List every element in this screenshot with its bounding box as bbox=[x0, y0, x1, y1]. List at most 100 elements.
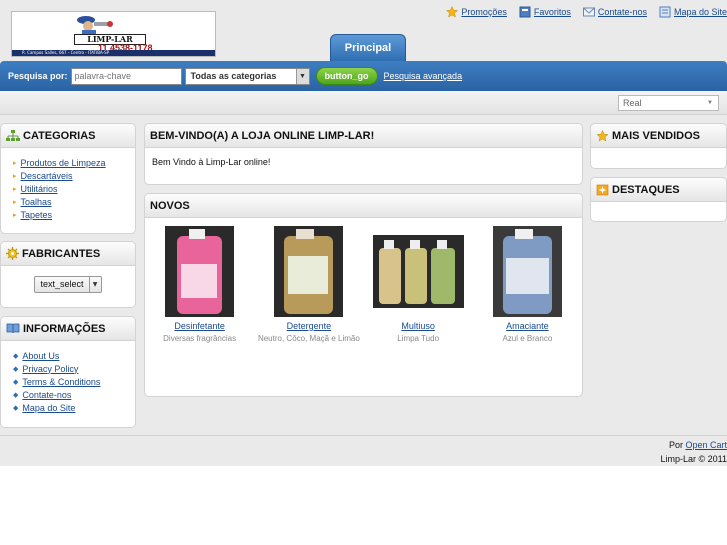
product-description: Diversas fragrâncias bbox=[163, 334, 237, 343]
bullet-arrow-icon: ▸ bbox=[13, 211, 17, 219]
information-box: INFORMAÇÕES ◆ About Us ◆ Privacy Policy ◆ T… bbox=[0, 316, 136, 428]
product-name[interactable]: Multiuso bbox=[364, 320, 473, 333]
info-link[interactable]: Mapa do Site bbox=[22, 403, 75, 413]
top-link-label[interactable]: Contate-nos bbox=[598, 7, 647, 17]
top-link-label[interactable]: Promoções bbox=[461, 7, 507, 17]
welcome-title: BEM-VINDO(A) A LOJA ONLINE LIMP-LAR! bbox=[150, 129, 375, 142]
new-products-title: NOVOS bbox=[150, 199, 190, 212]
top-link-promocoes[interactable]: Promoções bbox=[446, 6, 507, 18]
manufacturer-select-wrap: text_select ▼ bbox=[1, 276, 135, 293]
new-products-header: NOVOS bbox=[145, 194, 582, 218]
category-link[interactable]: Toalhas bbox=[21, 197, 52, 207]
bullet-arrow-icon: ▸ bbox=[13, 159, 17, 167]
product-image[interactable] bbox=[165, 226, 235, 317]
product-name[interactable]: Detergente bbox=[254, 320, 363, 333]
list-item: ◆ Mapa do Site bbox=[13, 401, 135, 414]
information-title: INFORMAÇÕES bbox=[23, 322, 106, 335]
top-links: Promoções Favoritos Contate-nos Mapa do … bbox=[434, 5, 727, 19]
product-card: Multiuso Limpa Tudo bbox=[364, 226, 473, 345]
list-item: ▸ Tapetes bbox=[13, 208, 135, 221]
category-tree-icon bbox=[6, 129, 20, 141]
list-item: ▸ Produtos de Limpeza bbox=[13, 156, 135, 169]
currency-select-value: Real bbox=[623, 98, 642, 108]
info-link[interactable]: About Us bbox=[22, 351, 59, 361]
currency-select[interactable]: Real ▼ bbox=[618, 95, 719, 111]
logo-address: R. Campos Salles, 667 - Centro - ITATIBA… bbox=[22, 50, 110, 55]
bullet-diamond-icon: ◆ bbox=[13, 404, 19, 412]
product-name[interactable]: Amaciante bbox=[473, 320, 582, 333]
featured-header: DESTAQUES bbox=[591, 178, 726, 202]
chevron-down-icon: ▼ bbox=[295, 68, 309, 84]
info-link[interactable]: Privacy Policy bbox=[22, 364, 78, 374]
category-link[interactable]: Descartáveis bbox=[21, 171, 73, 181]
category-select-value: Todas as categorias bbox=[190, 70, 277, 81]
category-link[interactable]: Produtos de Limpeza bbox=[21, 158, 106, 168]
welcome-header: BEM-VINDO(A) A LOJA ONLINE LIMP-LAR! bbox=[145, 124, 582, 148]
product-description: Limpa Tudo bbox=[397, 334, 440, 343]
categories-title: CATEGORIAS bbox=[23, 129, 96, 142]
category-select[interactable]: Todas as categorias ▼ bbox=[184, 67, 310, 85]
category-link[interactable]: Tapetes bbox=[21, 210, 53, 220]
search-label: Pesquisa por: bbox=[8, 71, 68, 81]
bottle-image bbox=[274, 226, 344, 317]
page-background: LIMP-LAR 11 4538-1178 R. Campos Salles, … bbox=[0, 0, 727, 466]
manufacturers-header: FABRICANTES bbox=[1, 242, 135, 266]
manufacturer-select[interactable]: text_select ▼ bbox=[34, 276, 102, 293]
bullet-diamond-icon: ◆ bbox=[13, 378, 19, 386]
top-link-label[interactable]: Mapa do Site bbox=[674, 7, 727, 17]
bottle-image bbox=[165, 226, 235, 317]
list-item: ▸ Descartáveis bbox=[13, 169, 135, 182]
product-grid: Desinfetante Diversas fragrâncias Deterg… bbox=[145, 218, 582, 345]
search-input[interactable] bbox=[70, 67, 182, 85]
categories-box: CATEGORIAS ▸ Produtos de Limpeza ▸ Descart… bbox=[0, 123, 136, 234]
bullet-arrow-icon: ▸ bbox=[13, 198, 17, 206]
top-link-contate-nos[interactable]: Contate-nos bbox=[582, 7, 647, 17]
welcome-box: BEM-VINDO(A) A LOJA ONLINE LIMP-LAR! Bem… bbox=[144, 123, 583, 185]
information-list: ◆ About Us ◆ Privacy Policy ◆ Terms & Condi… bbox=[1, 341, 135, 414]
top-link-mapa-do-site[interactable]: Mapa do Site bbox=[659, 6, 727, 18]
list-item: ▸ Toalhas bbox=[13, 195, 135, 208]
bestsellers-box: MAIS VENDIDOS bbox=[590, 123, 727, 169]
advanced-search-link[interactable]: Pesquisa avançada bbox=[384, 71, 463, 81]
gear-icon bbox=[6, 247, 19, 260]
bullet-diamond-icon: ◆ bbox=[13, 391, 19, 399]
product-image[interactable] bbox=[492, 226, 562, 317]
product-card: Desinfetante Diversas fragrâncias bbox=[145, 226, 254, 345]
bullet-arrow-icon: ▸ bbox=[13, 185, 17, 193]
bullet-diamond-icon: ◆ bbox=[13, 365, 19, 373]
copyright: Limp-Lar © 2011 bbox=[660, 454, 727, 464]
list-item: ▸ Utilitários bbox=[13, 182, 135, 195]
footer: Por Open Cart Limp-Lar © 2011 bbox=[0, 435, 727, 466]
search-go-button[interactable]: button_go bbox=[315, 67, 378, 85]
top-link-label[interactable]: Favoritos bbox=[534, 7, 571, 17]
chevron-down-icon: ▼ bbox=[88, 277, 101, 292]
product-name[interactable]: Desinfetante bbox=[145, 320, 254, 333]
list-item: ◆ Privacy Policy bbox=[13, 362, 135, 375]
manufacturer-select-value: text_select bbox=[40, 279, 84, 289]
product-image[interactable] bbox=[372, 226, 464, 317]
featured-title: DESTAQUES bbox=[612, 183, 680, 196]
categories-header: CATEGORIAS bbox=[1, 124, 135, 148]
bestsellers-title: MAIS VENDIDOS bbox=[612, 129, 701, 142]
chevron-down-icon: ▼ bbox=[707, 100, 713, 106]
envelope-icon bbox=[582, 7, 595, 17]
product-card: Detergente Neutro, Côco, Maçã e Limão bbox=[254, 226, 363, 345]
category-link[interactable]: Utilitários bbox=[21, 184, 58, 194]
new-products-box: NOVOS Desinfetante Diversas fragrâncias … bbox=[144, 193, 583, 397]
information-header: INFORMAÇÕES bbox=[1, 317, 135, 341]
product-description: Neutro, Côco, Maçã e Limão bbox=[257, 334, 360, 343]
featured-box: DESTAQUES bbox=[590, 177, 727, 222]
sitemap-icon bbox=[659, 6, 671, 18]
store-logo[interactable]: LIMP-LAR 11 4538-1178 R. Campos Salles, … bbox=[11, 11, 216, 57]
product-image[interactable] bbox=[274, 226, 344, 317]
manufacturers-box: FABRICANTES text_select ▼ bbox=[0, 241, 136, 308]
tab-principal[interactable]: Principal bbox=[330, 34, 406, 61]
currency-bar: Real ▼ bbox=[0, 91, 727, 115]
powered-prefix: Por bbox=[668, 440, 683, 450]
top-link-favoritos[interactable]: Favoritos bbox=[519, 6, 571, 18]
list-item: ◆ About Us bbox=[13, 349, 135, 362]
opencart-link[interactable]: Open Cart bbox=[685, 440, 727, 450]
info-link[interactable]: Terms & Conditions bbox=[22, 377, 100, 387]
info-link[interactable]: Contate-nos bbox=[22, 390, 71, 400]
bottles-image bbox=[372, 235, 464, 308]
